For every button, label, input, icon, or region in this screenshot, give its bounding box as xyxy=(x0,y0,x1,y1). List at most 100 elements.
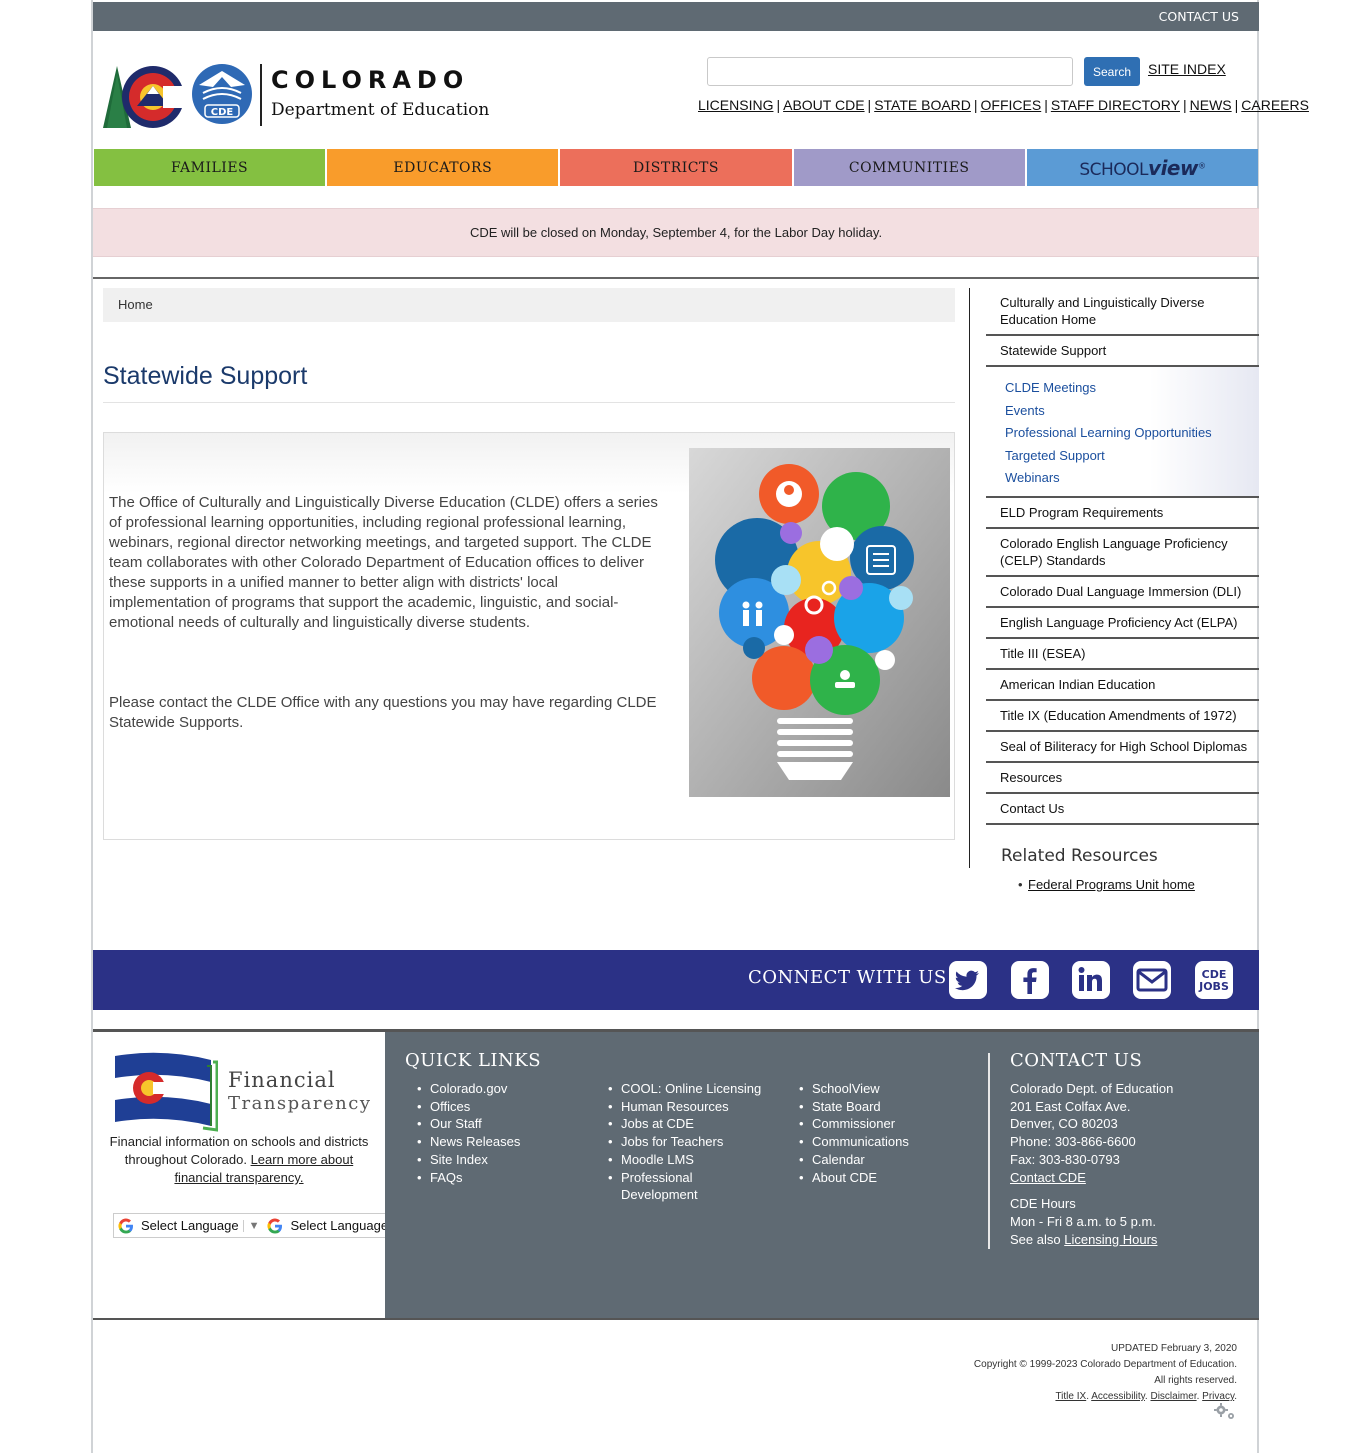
footer-links-panel: QUICK LINKS Colorado.gov Offices Our Sta… xyxy=(385,1032,1259,1318)
quick-link-site-index[interactable]: Site Index xyxy=(417,1151,520,1169)
sidebar-subitem-clde-meetings[interactable]: CLDE Meetings xyxy=(1005,377,1259,400)
separator: | xyxy=(1044,97,1048,113)
see-also-text: See also xyxy=(1010,1231,1061,1247)
schoolview-logo: SCHOOLview® xyxy=(1079,155,1206,180)
logo-title: COLORADO xyxy=(271,66,470,94)
sidebar-subitem-professional-learning[interactable]: Professional Learning Opportunities xyxy=(1005,422,1259,445)
federal-programs-link[interactable]: Federal Programs Unit home xyxy=(1028,877,1195,892)
sidebar-subitem-webinars[interactable]: Webinars xyxy=(1005,467,1259,490)
separator: | xyxy=(867,97,872,113)
page: CONTACT US CDE COLORADO Department of Ed… xyxy=(91,0,1309,1453)
quick-link-news-releases[interactable]: News Releases xyxy=(417,1133,520,1151)
nav-schoolview[interactable]: SCHOOLview® xyxy=(1026,149,1259,186)
sidebar-item-title-ix[interactable]: Title IX (Education Amendments of 1972) xyxy=(986,701,1259,732)
careers-link[interactable]: CAREERS xyxy=(1241,97,1309,113)
about-cde-link[interactable]: ABOUT CDE xyxy=(783,97,864,113)
sidebar-item-american-indian-education[interactable]: American Indian Education xyxy=(986,670,1259,701)
contact-cde-link[interactable]: Contact CDE xyxy=(1010,1170,1086,1185)
quick-link-commissioner[interactable]: Commissioner xyxy=(799,1115,909,1133)
sidebar-item-title-iii[interactable]: Title III (ESEA) xyxy=(986,639,1259,670)
sidebar-subnav: CLDE Meetings Events Professional Learni… xyxy=(986,367,1259,498)
twitter-icon[interactable] xyxy=(948,960,988,1000)
lightbulb-illustration xyxy=(689,448,950,797)
news-link[interactable]: NEWS xyxy=(1190,97,1232,113)
sidebar-subitem-events[interactable]: Events xyxy=(1005,400,1259,423)
email-icon[interactable] xyxy=(1132,960,1172,1000)
licensing-link[interactable]: LICENSING xyxy=(698,97,773,113)
sidebar-divider xyxy=(969,288,970,868)
separator: | xyxy=(776,97,781,113)
nav-educators[interactable]: EDUCATORS xyxy=(327,149,559,186)
quick-link-schoolview[interactable]: SchoolView xyxy=(799,1080,909,1098)
contact-line-address: 201 East Colfax Ave. xyxy=(1010,1098,1131,1114)
colorado-flag-icon[interactable] xyxy=(113,1052,218,1132)
cde-jobs-icon[interactable]: CDE JOBS xyxy=(1194,960,1234,1000)
linkedin-icon[interactable] xyxy=(1071,960,1111,1000)
quick-link-moodle-lms[interactable]: Moodle LMS xyxy=(608,1151,778,1169)
logo-subtitle: Department of Education xyxy=(271,100,490,120)
search-button[interactable]: Search xyxy=(1084,57,1140,86)
site-index-link[interactable]: SITE INDEX xyxy=(1148,61,1226,77)
holiday-alert: CDE will be closed on Monday, September … xyxy=(93,208,1259,257)
quick-link-our-staff[interactable]: Our Staff xyxy=(417,1115,520,1133)
quick-link-calendar[interactable]: Calendar xyxy=(799,1151,909,1169)
quick-link-cool-licensing[interactable]: COOL: Online Licensing xyxy=(608,1080,778,1098)
state-board-link[interactable]: STATE BOARD xyxy=(874,97,971,113)
nav-districts[interactable]: DISTRICTS xyxy=(560,149,792,186)
hours-line: Mon - Fri 8 a.m. to 5 p.m. xyxy=(1010,1213,1156,1229)
quick-link-offices[interactable]: Offices xyxy=(417,1098,520,1116)
contact-paragraph: Please contact the CLDE Office with any … xyxy=(109,694,657,731)
privacy-link[interactable]: Privacy xyxy=(1202,1391,1234,1402)
nav-communities[interactable]: COMMUNITIES xyxy=(793,149,1025,186)
quick-link-communications[interactable]: Communications xyxy=(799,1133,909,1151)
sidebar-item-seal-of-biliteracy[interactable]: Seal of Biliteracy for High School Diplo… xyxy=(986,732,1259,763)
cde-logo[interactable]: CDE COLORADO Department of Education xyxy=(103,60,489,130)
quick-link-about-cde[interactable]: About CDE xyxy=(799,1169,909,1187)
sidebar-item-eld-program[interactable]: ELD Program Requirements xyxy=(986,498,1259,529)
quick-link-human-resources[interactable]: Human Resources xyxy=(608,1098,778,1116)
sidebar-item-resources[interactable]: Resources xyxy=(986,763,1259,794)
breadcrumb-home[interactable]: Home xyxy=(118,297,153,312)
dropdown-arrow-icon: ▼ xyxy=(242,1219,259,1232)
schoolview-logo-b: view xyxy=(1148,155,1198,180)
disclaimer-link[interactable]: Disclaimer xyxy=(1150,1391,1196,1402)
search-input[interactable] xyxy=(707,57,1073,86)
gear-icon[interactable] xyxy=(1213,1403,1237,1421)
financial-description: Financial information on schools and dis… xyxy=(103,1133,375,1187)
sidebar-item-statewide-support[interactable]: Statewide Support xyxy=(986,336,1259,367)
staff-directory-link[interactable]: STAFF DIRECTORY xyxy=(1051,97,1180,113)
quick-link-faqs[interactable]: FAQs xyxy=(417,1169,520,1187)
sidebar-item-celp-standards[interactable]: Colorado English Language Proficiency (C… xyxy=(986,529,1259,577)
breadcrumb: Home xyxy=(103,288,955,322)
top-bar: CONTACT US xyxy=(93,2,1259,31)
separator: | xyxy=(1234,97,1239,113)
sidebar-item-dli[interactable]: Colorado Dual Language Immersion (DLI) xyxy=(986,577,1259,608)
offices-link[interactable]: OFFICES xyxy=(981,97,1042,113)
separator: | xyxy=(1182,97,1187,113)
sidebar-subitem-targeted-support[interactable]: Targeted Support xyxy=(1005,445,1259,468)
language-label-1: Select Language xyxy=(141,1218,239,1233)
sidebar-item-clde-home[interactable]: Culturally and Linguistically Diverse Ed… xyxy=(986,288,1259,336)
quick-link-professional-development[interactable]: Professional Development xyxy=(608,1169,718,1204)
quick-link-colorado-gov[interactable]: Colorado.gov xyxy=(417,1080,520,1098)
contact-us-link[interactable]: CONTACT US xyxy=(1159,9,1239,24)
nav-families[interactable]: FAMILIES xyxy=(94,149,326,186)
language-label-2: Select Language xyxy=(290,1218,389,1233)
quick-link-jobs-for-teachers[interactable]: Jobs for Teachers xyxy=(608,1133,778,1151)
facebook-icon[interactable] xyxy=(1010,960,1050,1000)
contact-line-fax: Fax: 303-830-0793 xyxy=(1010,1151,1120,1167)
main-nav: FAMILIES EDUCATORS DISTRICTS COMMUNITIES… xyxy=(94,149,1259,186)
schoolview-logo-a: SCHOOL xyxy=(1079,159,1149,180)
accessibility-link[interactable]: Accessibility xyxy=(1091,1391,1145,1402)
sidebar-item-elpa[interactable]: English Language Proficiency Act (ELPA) xyxy=(986,608,1259,639)
sidebar-item-contact-us[interactable]: Contact Us xyxy=(986,794,1259,825)
quick-links-col-3: SchoolView State Board Commissioner Comm… xyxy=(799,1080,909,1186)
contact-line-phone: Phone: 303-866-6600 xyxy=(1010,1134,1136,1150)
quick-link-jobs-at-cde[interactable]: Jobs at CDE xyxy=(608,1115,778,1133)
content-box: The Office of Culturally and Linguistica… xyxy=(103,432,955,840)
quick-link-state-board[interactable]: State Board xyxy=(799,1098,909,1116)
licensing-hours-link[interactable]: Licensing Hours xyxy=(1064,1232,1157,1247)
sidebar-nav: Culturally and Linguistically Diverse Ed… xyxy=(986,288,1259,825)
title-ix-link[interactable]: Title IX xyxy=(1055,1391,1086,1402)
language-select-1[interactable]: Select Language ▼ xyxy=(114,1218,263,1234)
